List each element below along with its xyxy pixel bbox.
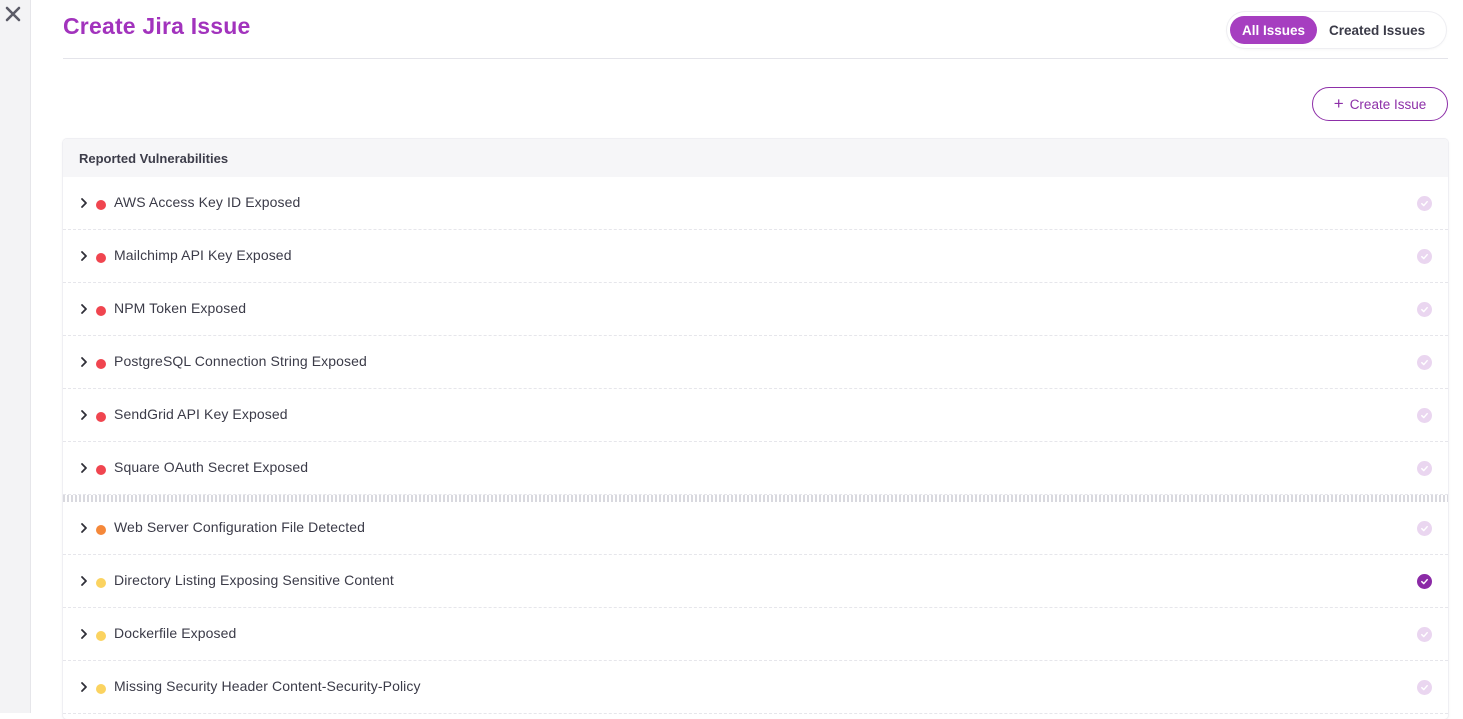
table-heading: Reported Vulnerabilities [63,139,1448,177]
severity-dot [96,684,106,694]
severity-group-divider [63,495,1448,502]
close-icon [5,6,21,22]
select-check[interactable] [1417,627,1432,642]
chevron-right-icon[interactable] [79,681,89,693]
chevron-right-icon[interactable] [79,575,89,587]
close-button[interactable] [3,4,23,24]
vulnerability-title: SendGrid API Key Exposed [114,406,288,423]
vulnerability-title: NPM Token Exposed [114,300,247,317]
check-icon [1421,578,1428,585]
vulnerability-title: Square OAuth Secret Exposed [114,459,309,476]
severity-dot [96,200,106,210]
select-check[interactable] [1417,196,1432,211]
select-check[interactable] [1417,302,1432,317]
chevron-right-icon[interactable] [79,628,89,640]
severity-dot [96,465,106,475]
severity-dot [96,578,106,588]
vulnerability-title: Web Server Configuration File Detected [114,519,365,536]
table-row[interactable]: Dockerfile Exposed [63,608,1448,661]
chevron-right-icon[interactable] [79,356,89,368]
vulnerability-title: Dockerfile Exposed [114,625,237,642]
severity-dot [96,412,106,422]
vulnerability-list: AWS Access Key ID Exposed Mailchimp API K… [63,177,1448,714]
check-icon [1421,412,1428,419]
severity-dot [96,631,106,641]
chevron-right-icon[interactable] [79,409,89,421]
table-row[interactable]: SendGrid API Key Exposed [63,389,1448,442]
chevron-right-icon[interactable] [79,197,89,209]
vulnerability-title: Missing Security Header Content-Security… [114,678,421,695]
check-icon [1421,359,1428,366]
severity-dot [96,359,106,369]
table-row[interactable]: Mailchimp API Key Exposed [63,230,1448,283]
table-row[interactable]: PostgreSQL Connection String Exposed [63,336,1448,389]
severity-dot [96,306,106,316]
select-check[interactable] [1417,461,1432,476]
plus-icon: + [1333,94,1344,113]
check-icon [1421,253,1428,260]
vulnerability-title: PostgreSQL Connection String Exposed [114,353,367,370]
select-check[interactable] [1417,680,1432,695]
check-icon [1421,631,1428,638]
select-check[interactable] [1417,249,1432,264]
select-check[interactable] [1417,521,1432,536]
select-check[interactable] [1417,408,1432,423]
severity-dot [96,525,106,535]
select-check[interactable] [1417,574,1432,589]
chevron-right-icon[interactable] [79,303,89,315]
create-issue-button[interactable]: + Create Issue [1312,87,1448,121]
table-row[interactable]: Web Server Configuration File Detected [63,502,1448,555]
tab-all-issues[interactable]: All Issues [1230,16,1318,44]
page-title: Create Jira Issue [63,13,251,39]
page-header: Create Jira Issue All Issues Created Iss… [63,0,1448,59]
chevron-right-icon[interactable] [79,522,89,534]
tab-created-issues[interactable]: Created Issues [1317,16,1437,44]
check-icon [1421,465,1428,472]
table-row[interactable]: Square OAuth Secret Exposed [63,442,1448,495]
chevron-right-icon[interactable] [79,250,89,262]
severity-dot [96,253,106,263]
vulnerability-title: Mailchimp API Key Exposed [114,247,292,264]
table-row[interactable]: Directory Listing Exposing Sensitive Con… [63,555,1448,608]
vulnerabilities-table: Reported Vulnerabilities AWS Access Key … [63,139,1448,719]
table-row[interactable]: NPM Token Exposed [63,283,1448,336]
issues-view-toggle: All Issues Created Issues [1227,12,1446,48]
select-check[interactable] [1417,355,1432,370]
table-row[interactable]: Missing Security Header Content-Security… [63,661,1448,714]
table-row[interactable]: AWS Access Key ID Exposed [63,177,1448,230]
create-issue-label: Create Issue [1349,96,1427,112]
left-rail [0,0,31,713]
check-icon [1421,306,1428,313]
vulnerability-title: Directory Listing Exposing Sensitive Con… [114,572,394,589]
check-icon [1421,525,1428,532]
main-panel: Create Jira Issue All Issues Created Iss… [63,0,1448,719]
check-icon [1421,200,1428,207]
chevron-right-icon[interactable] [79,462,89,474]
vulnerability-title: AWS Access Key ID Exposed [114,194,301,211]
check-icon [1421,684,1428,691]
